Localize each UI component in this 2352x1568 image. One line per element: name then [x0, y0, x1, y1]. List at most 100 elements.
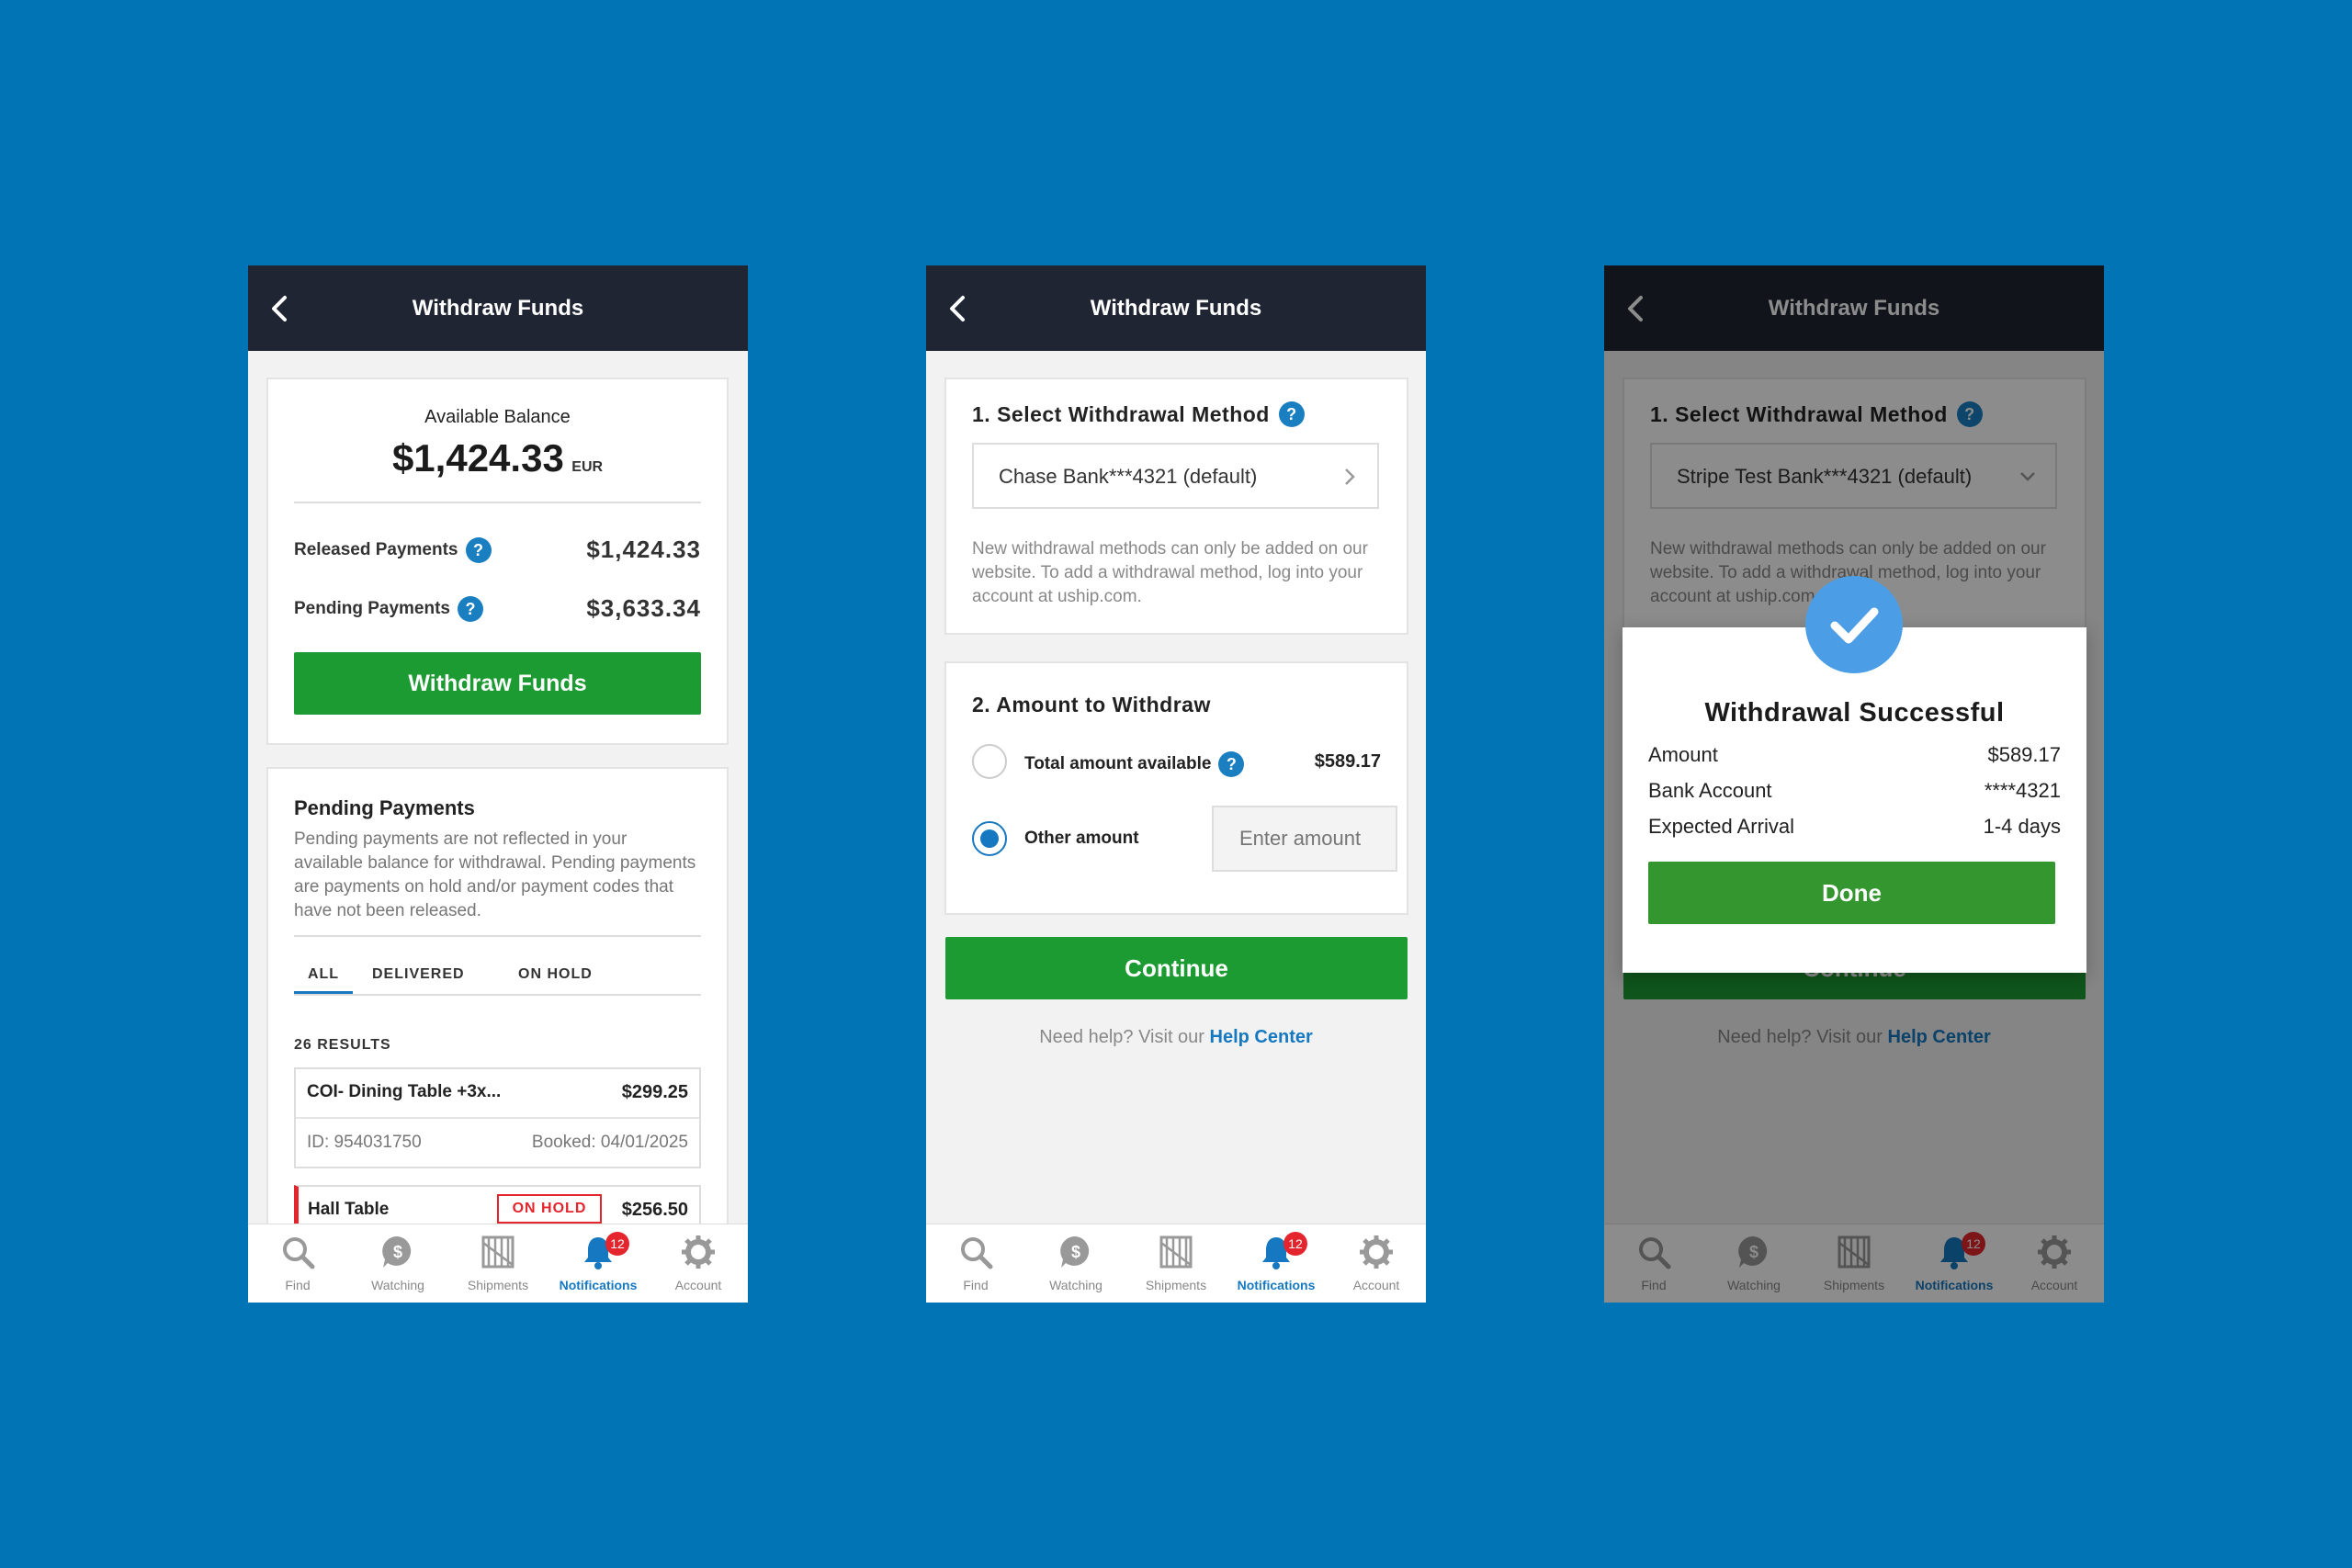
tab-shipments[interactable]: Shipments: [448, 1224, 548, 1303]
tab-label: Find: [963, 1278, 989, 1292]
radio-selected-dot: [980, 829, 999, 848]
radio-total-amount[interactable]: [972, 744, 1007, 779]
checkmark-icon: [1830, 607, 1879, 644]
help-icon[interactable]: ?: [1218, 751, 1245, 777]
help-icon[interactable]: ?: [465, 537, 492, 563]
modal-row-label: Bank Account: [1648, 779, 1772, 802]
divider: [294, 994, 701, 996]
crate-icon: [1159, 1235, 1193, 1269]
notification-badge: 12: [605, 1232, 629, 1256]
tab-shipments[interactable]: Shipments: [1126, 1224, 1226, 1303]
divider: [296, 1117, 699, 1119]
search-icon: [283, 1237, 315, 1269]
help-icon[interactable]: ?: [1278, 401, 1305, 427]
amount-card: 2. Amount to Withdraw Total amount avail…: [944, 661, 1408, 915]
tab-notifications[interactable]: 12 Notifications: [548, 1224, 648, 1303]
tab-label: Shipments: [1145, 1278, 1207, 1292]
svg-text:$: $: [1071, 1243, 1080, 1261]
tab-find[interactable]: Find: [926, 1224, 1025, 1303]
tab-label: Watching: [1049, 1278, 1102, 1292]
method-note: New withdrawal methods can only be added…: [972, 539, 1368, 606]
dollar-bubble-icon: $: [1060, 1235, 1090, 1268]
app-header: Withdraw Funds: [248, 265, 748, 351]
results-count: 26 RESULTS: [294, 1037, 391, 1053]
released-payments-row: Released Payments ?: [294, 537, 492, 563]
filter-tab-on-hold[interactable]: ON HOLD: [518, 966, 593, 983]
released-label: Released Payments: [294, 540, 458, 559]
dollar-bubble-icon: $: [382, 1235, 412, 1268]
option-other-label: Other amount: [1024, 829, 1139, 848]
filter-tab-all[interactable]: ALL: [294, 966, 353, 983]
gear-icon: [1360, 1235, 1393, 1269]
tab-find[interactable]: Find: [248, 1224, 347, 1303]
screen-withdraw-overview: Withdraw Funds Available Balance $1,424.…: [248, 265, 748, 1303]
tab-watching[interactable]: $ Watching: [1026, 1224, 1125, 1303]
success-modal: Withdrawal Successful Amount $589.17 Ban…: [1623, 627, 2086, 973]
amount-input[interactable]: [1212, 806, 1397, 872]
pending-label: Pending Payments: [294, 599, 450, 618]
tab-watching[interactable]: $ Watching: [348, 1224, 447, 1303]
item-name: Hall Table: [308, 1200, 390, 1219]
help-center-link[interactable]: Help Center: [1210, 1027, 1313, 1047]
option-total-row: Total amount available ?: [1024, 751, 1245, 777]
divider: [294, 935, 701, 937]
bottom-tab-bar: Find $ Watching Shipments 12 Notificatio…: [248, 1224, 748, 1303]
crate-icon: [481, 1235, 514, 1269]
screen-withdraw-success: Withdraw Funds 1. Select Withdrawal Meth…: [1604, 265, 2104, 1303]
modal-row-value: ****4321: [1984, 779, 2061, 802]
section-title-text: 1. Select Withdrawal Method: [972, 401, 1270, 426]
tab-label: Watching: [371, 1278, 424, 1292]
balance-currency: EUR: [571, 459, 604, 475]
continue-button[interactable]: Continue: [945, 937, 1408, 999]
modal-row-value: $589.17: [1987, 743, 2061, 766]
item-booked-date: Booked: 04/01/2025: [531, 1133, 688, 1152]
balance-amount: $1,424.33 EUR: [268, 436, 727, 480]
done-button[interactable]: Done: [1648, 862, 2055, 924]
gear-icon: [682, 1235, 715, 1269]
tab-label: Account: [674, 1278, 722, 1292]
section-title-method: 1. Select Withdrawal Method ?: [972, 401, 1305, 427]
modal-row-label: Amount: [1648, 743, 1718, 766]
pending-value: $3,633.34: [586, 594, 701, 622]
option-total-value: $589.17: [1314, 751, 1381, 772]
modal-row-value: 1-4 days: [1983, 815, 2061, 838]
list-item[interactable]: COI- Dining Table +3x... $299.25 ID: 954…: [294, 1067, 701, 1168]
tab-account[interactable]: Account: [1327, 1224, 1426, 1303]
tab-label: Find: [285, 1278, 311, 1292]
pending-payments-row: Pending Payments ?: [294, 596, 483, 622]
tab-label: Shipments: [467, 1278, 529, 1292]
modal-title: Withdrawal Successful: [1704, 698, 2005, 728]
filter-tab-delivered[interactable]: DELIVERED: [372, 966, 465, 983]
tab-account[interactable]: Account: [649, 1224, 748, 1303]
chevron-right-icon: [1345, 468, 1355, 485]
released-value: $1,424.33: [586, 536, 701, 563]
pending-description: Pending payments are not reflected in yo…: [294, 829, 696, 920]
item-name: COI- Dining Table +3x...: [307, 1082, 502, 1101]
pending-title: Pending Payments: [294, 796, 475, 819]
pending-payments-card: Pending Payments Pending payments are no…: [266, 767, 729, 1249]
divider: [294, 502, 701, 503]
page-title: Withdraw Funds: [1090, 296, 1262, 321]
balance-card: Available Balance $1,424.33 EUR Released…: [266, 378, 729, 745]
tab-notifications[interactable]: 12 Notifications: [1227, 1224, 1326, 1303]
help-text-row: Need help? Visit our Help Center: [926, 1027, 1426, 1048]
item-amount: $299.25: [621, 1082, 688, 1102]
withdraw-funds-button[interactable]: Withdraw Funds: [294, 652, 701, 715]
option-total-label: Total amount available: [1024, 754, 1212, 773]
tab-label: Account: [1352, 1278, 1400, 1292]
help-icon[interactable]: ?: [458, 596, 483, 622]
page-title: Withdraw Funds: [412, 296, 584, 321]
search-icon: [961, 1237, 993, 1269]
app-header: Withdraw Funds: [926, 265, 1426, 351]
radio-other-amount[interactable]: [972, 821, 1007, 856]
item-id: ID: 954031750: [307, 1133, 422, 1152]
withdrawal-method-select[interactable]: Chase Bank***4321 (default): [972, 443, 1379, 509]
item-amount: $256.50: [621, 1200, 688, 1220]
on-hold-badge: ON HOLD: [497, 1194, 602, 1224]
notification-badge: 12: [1283, 1232, 1307, 1256]
help-text: Need help? Visit our: [1039, 1027, 1204, 1047]
section-title-amount: 2. Amount to Withdraw: [972, 693, 1211, 716]
success-check-icon: [1805, 576, 1903, 673]
selected-method: Chase Bank***4321 (default): [999, 465, 1258, 488]
balance-value: $1,424.33: [391, 436, 564, 479]
